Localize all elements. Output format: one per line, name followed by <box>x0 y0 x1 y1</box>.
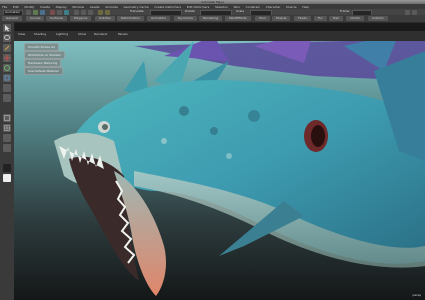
tab-general[interactable]: General <box>2 16 22 21</box>
tab-painteffects[interactable]: PaintEffects <box>225 16 251 21</box>
graph-view-icon[interactable] <box>3 144 11 152</box>
tab-curves[interactable]: Curves <box>26 16 45 21</box>
tab-fluids[interactable]: Fluids <box>294 16 311 21</box>
color-swatch-black[interactable] <box>3 164 11 172</box>
select-tool-icon[interactable] <box>3 24 11 32</box>
move-tool-icon[interactable] <box>3 54 11 62</box>
last-tool-icon[interactable] <box>3 94 11 102</box>
panel-menu-lighting[interactable]: Lighting <box>56 32 68 37</box>
scale-tool-icon[interactable] <box>3 74 11 82</box>
translate-label: Translate <box>130 9 144 13</box>
color-swatch-white[interactable] <box>3 174 11 182</box>
panel-menu-view[interactable]: View <box>18 32 25 37</box>
panel-menu-shading[interactable]: Shading <box>34 32 46 37</box>
tab-polygons[interactable]: Polygons <box>70 16 92 21</box>
tab-deformation[interactable]: Deformation <box>117 16 144 21</box>
hud-material-button[interactable]: Use Default Material <box>24 67 63 75</box>
maya-window: Autodesk Maya File Edit Modify Create Di… <box>0 0 425 300</box>
hud-texturing-button[interactable]: Hardware Texturing <box>24 59 62 67</box>
lasso-tool-icon[interactable] <box>3 34 11 42</box>
tab-dynamics[interactable]: Dynamics <box>174 16 197 21</box>
tab-surfaces[interactable]: Surfaces <box>46 16 67 21</box>
tab-fur[interactable]: Fur <box>314 16 327 21</box>
shelf-tabs: General Curves Surfaces Polygons Subdivs… <box>0 15 425 22</box>
four-view-icon[interactable] <box>3 124 11 132</box>
tab-toon[interactable]: Toon <box>255 16 270 21</box>
panel-menu-renderer[interactable]: Renderer <box>94 32 108 37</box>
rotate-label: Rotate <box>185 9 195 13</box>
tab-muscle[interactable]: Muscle <box>272 16 291 21</box>
tab-ncloth[interactable]: nCloth <box>346 16 364 21</box>
scale-label: Scale <box>236 9 245 13</box>
toolbox <box>0 22 15 300</box>
panel-menu-panels[interactable]: Panels <box>118 32 128 37</box>
tab-custom[interactable]: Custom <box>368 16 388 21</box>
tab-rendering[interactable]: Rendering <box>199 16 223 21</box>
perspective-viewport[interactable]: Smooth Shade All Wireframe on Shaded Har… <box>14 41 425 300</box>
manipulator-tool-icon[interactable] <box>3 84 11 92</box>
creature-model-render <box>54 41 425 296</box>
tab-hair[interactable]: Hair <box>329 16 344 21</box>
panel-menu-show[interactable]: Show <box>78 32 86 37</box>
paint-select-tool-icon[interactable] <box>3 44 11 52</box>
single-view-icon[interactable] <box>3 114 11 122</box>
outliner-view-icon[interactable] <box>3 134 11 142</box>
tab-animation[interactable]: Animation <box>147 16 171 21</box>
hud-smooth-shade-button[interactable]: Smooth Shade All <box>24 43 59 51</box>
camera-label: persp <box>412 293 421 297</box>
tab-subdivs[interactable]: Subdivs <box>95 16 115 21</box>
rotate-tool-icon[interactable] <box>3 64 11 72</box>
frame-label: Frame <box>340 9 350 13</box>
hud-wireframe-button[interactable]: Wireframe on Shaded <box>24 51 65 59</box>
